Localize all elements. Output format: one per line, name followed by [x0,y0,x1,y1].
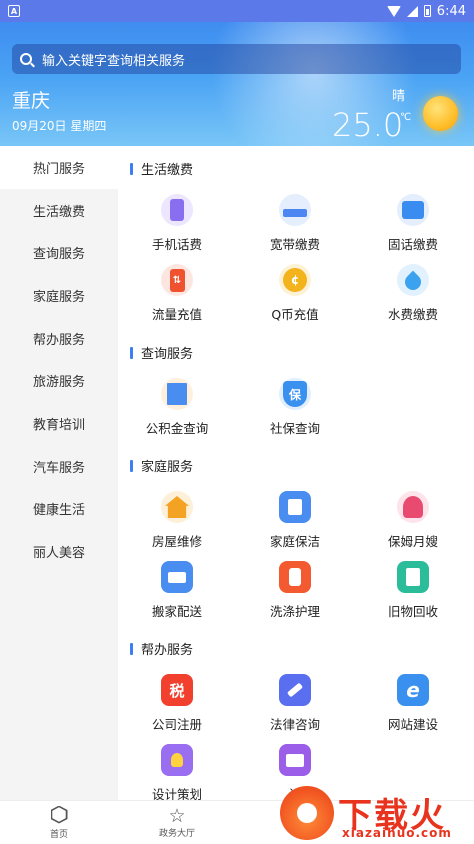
wifi-icon [386,5,401,17]
service-label: 网站建设 [387,717,438,732]
service-recycle[interactable]: 旧物回收 [354,561,472,620]
sidebar-item-health[interactable]: 健康生活 [0,488,118,531]
service-label: 固话缴费 [387,237,438,252]
service-legal-consult[interactable]: 法律咨询 [236,674,354,733]
service-website-building[interactable]: e 网站建设 [354,674,472,733]
status-icons: 6:44 [386,3,466,19]
signal-icon [406,5,418,17]
service-moving[interactable]: 搬家配送 [118,561,236,620]
nav-home[interactable]: 首页 [0,801,118,844]
service-label: 保姆月嫂 [387,534,438,549]
notification-a-icon: A [8,5,20,17]
service-label: 搬家配送 [151,604,202,619]
search-icon [20,53,32,65]
service-housing-fund[interactable]: 公积金查询 [118,378,236,437]
star-icon: ☆ [168,804,186,827]
water-drop-icon [397,264,429,296]
service-label: 设计策划 [151,787,202,800]
service-qcoin[interactable]: ¢ Q币充值 [236,264,354,323]
section-title-query: 查询服务 [130,343,193,362]
search-input[interactable]: 输入关键字查询相关服务 [12,44,461,74]
service-cleaning[interactable]: 家庭保洁 [236,491,354,550]
service-label: 家庭保洁 [269,534,320,549]
service-label: Q币充值 [271,307,319,322]
city-name[interactable]: 重庆 [12,86,50,113]
service-label: 旧物回收 [387,604,438,619]
section-title-utilities: 生活缴费 [130,159,193,178]
watermark-url: xiazaihuo.com [342,826,452,840]
tv-icon [279,744,311,776]
data-icon: ⇅ [161,264,193,296]
header-banner: 输入关键字查询相关服务 重庆 09月20日 星期四 晴 25.0 ℃ [0,22,474,146]
cleaning-icon [279,491,311,523]
ie-icon: e [397,674,429,706]
sidebar-item-home[interactable]: 家庭服务 [0,274,118,317]
status-bar: A 6:44 [0,0,474,22]
service-company-registration[interactable]: 税 公司注册 [118,674,236,733]
service-label: 洗涤护理 [269,604,320,619]
temperature-unit: ℃ [400,112,412,123]
sidebar-item-car[interactable]: 汽车服务 [0,445,118,488]
date-text: 09月20日 星期四 [12,119,107,133]
router-icon [279,194,311,226]
building-icon [161,378,193,410]
watermark-logo: 下载火 xiazaihuo.com [280,778,474,844]
clock-time: 6:44 [436,3,466,19]
service-label: 宽带缴费 [269,237,320,252]
service-label: 公积金查询 [145,421,209,436]
service-nanny[interactable]: 保姆月嫂 [354,491,472,550]
battery-icon [423,5,431,17]
service-label: 法律咨询 [269,717,320,732]
sidebar-item-query[interactable]: 查询服务 [0,231,118,274]
sidebar-item-hot[interactable]: 热门服务 [0,146,118,189]
fire-logo-icon [280,786,334,840]
section-title-assist: 帮办服务 [130,639,193,658]
weather-condition: 晴 [392,89,406,104]
service-label: 公司注册 [151,717,202,732]
house-icon [161,491,193,523]
service-grid: 生活缴费 手机话费 宽带缴费 固话缴费 ⇅ 流量充值 ¢ Q币充值 水费缴费 查… [118,146,474,800]
service-label: 房屋维修 [151,534,202,549]
service-mobile-recharge[interactable]: 手机话费 [118,194,236,253]
service-label: 流量充值 [151,307,202,322]
coin-icon: ¢ [279,264,311,296]
service-laundry[interactable]: 洗涤护理 [236,561,354,620]
temperature-value: 25.0 [332,106,404,144]
header-glow [184,22,444,146]
phone-icon [161,194,193,226]
gavel-icon [279,674,311,706]
service-label: 社保查询 [269,421,320,436]
sun-icon [423,96,458,131]
service-house-repair[interactable]: 房屋维修 [118,491,236,550]
service-data-recharge[interactable]: ⇅ 流量充值 [118,264,236,323]
service-water[interactable]: 水费缴费 [354,264,472,323]
service-design-planning[interactable]: 设计策划 [118,744,236,800]
laundry-icon [279,561,311,593]
shield-icon: 保 [279,378,311,410]
bulb-icon [161,744,193,776]
recycle-icon [397,561,429,593]
sidebar-item-education[interactable]: 教育培训 [0,402,118,445]
search-placeholder: 输入关键字查询相关服务 [42,53,186,69]
sidebar-item-travel[interactable]: 旅游服务 [0,359,118,402]
nav-government-hall[interactable]: ☆ 政务大厅 [118,801,236,844]
service-label: 手机话费 [151,237,202,252]
nav-home-label: 首页 [49,829,68,840]
service-social-security[interactable]: 保 社保查询 [236,378,354,437]
hexagon-icon [50,805,68,824]
service-label: 水费缴费 [387,307,438,322]
sidebar-item-assist[interactable]: 帮办服务 [0,317,118,360]
truck-icon [161,561,193,593]
sidebar-item-beauty[interactable]: 丽人美容 [0,530,118,573]
sidebar-item-utilities[interactable]: 生活缴费 [0,189,118,232]
service-landline[interactable]: 固话缴费 [354,194,472,253]
telephone-icon [397,194,429,226]
section-title-home: 家庭服务 [130,456,193,475]
service-broadband[interactable]: 宽带缴费 [236,194,354,253]
category-sidebar: 热门服务 生活缴费 查询服务 家庭服务 帮办服务 旅游服务 教育培训 汽车服务 … [0,146,118,800]
nav-government-hall-label: 政务大厅 [158,828,195,839]
tax-icon: 税 [161,674,193,706]
nanny-icon [397,491,429,523]
